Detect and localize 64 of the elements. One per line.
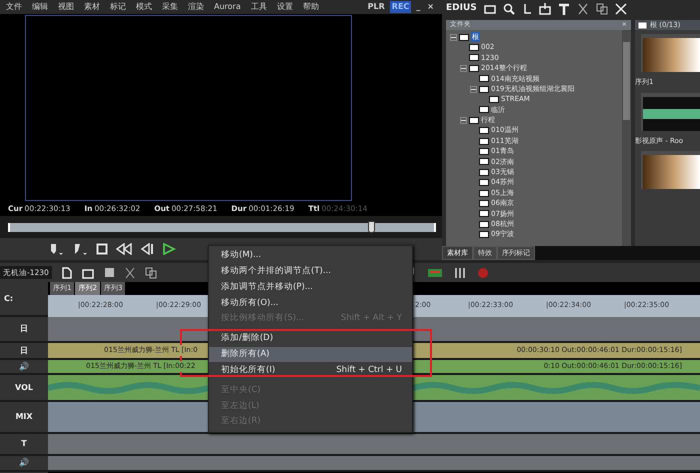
- mode-tab[interactable]: REC: [390, 1, 412, 13]
- rewind-icon[interactable]: [116, 243, 132, 255]
- track-label: 🔊: [19, 457, 29, 469]
- clip-card[interactable]: [641, 34, 700, 72]
- track-label: 日: [20, 323, 28, 335]
- menu-item[interactable]: 采集: [162, 1, 178, 13]
- title-icon[interactable]: [558, 3, 570, 15]
- copy-icon[interactable]: [596, 3, 608, 15]
- step-back-icon[interactable]: [140, 243, 154, 255]
- app-title: EDIUS: [446, 2, 477, 16]
- menu-item[interactable]: 移动两个并排的调节点(T)...: [209, 264, 412, 280]
- import-icon[interactable]: [538, 3, 551, 15]
- menu-item[interactable]: 帮助: [302, 1, 319, 13]
- search-icon[interactable]: [502, 3, 515, 15]
- drive-label: C:: [4, 292, 14, 304]
- clip-card[interactable]: [641, 151, 700, 189]
- track-label: MIX: [15, 411, 33, 423]
- cut-icon[interactable]: [124, 266, 135, 278]
- menu-item[interactable]: 标记: [110, 1, 126, 13]
- menu-item[interactable]: 移动(M)...: [209, 248, 412, 264]
- menu-item[interactable]: 文件: [6, 1, 22, 13]
- mark-out-icon[interactable]: [72, 242, 88, 256]
- menu-item[interactable]: 删除所有(A): [209, 346, 412, 362]
- menu-item[interactable]: 渲染: [188, 1, 204, 13]
- copy-icon[interactable]: [144, 266, 157, 278]
- menu-item[interactable]: 编辑: [32, 1, 48, 13]
- cut-icon[interactable]: [576, 3, 589, 15]
- track-label: VOL: [15, 382, 33, 394]
- window-button[interactable]: _: [414, 1, 422, 13]
- folder-icon[interactable]: [484, 4, 496, 14]
- scrub-bar[interactable]: [8, 220, 436, 234]
- expand-toggle[interactable]: [460, 64, 467, 72]
- expand-toggle[interactable]: [470, 86, 477, 93]
- open-icon[interactable]: [82, 266, 94, 278]
- menu-item[interactable]: 添加调节点并移动(P)...: [209, 279, 412, 296]
- waveform-drawing: [643, 108, 700, 118]
- mixer-icon[interactable]: [452, 266, 467, 278]
- menu-item[interactable]: Aurora: [214, 1, 241, 13]
- delete-icon[interactable]: [614, 3, 627, 15]
- track-label: 🔊: [19, 360, 29, 372]
- clip-card[interactable]: [641, 92, 700, 130]
- menu-item[interactable]: 添加/删除(D): [209, 330, 412, 347]
- mode-tab[interactable]: PLR: [366, 1, 387, 13]
- window-button[interactable]: ×: [425, 1, 436, 13]
- new-file-icon[interactable]: [62, 266, 72, 278]
- menu-item[interactable]: 视图: [58, 1, 74, 13]
- menu-item[interactable]: 移动所有(O)...: [209, 295, 412, 311]
- save-icon[interactable]: [104, 267, 115, 278]
- menu-item[interactable]: 素材: [84, 1, 100, 13]
- meter-icon[interactable]: [426, 266, 443, 278]
- menu-item[interactable]: 设置: [276, 1, 293, 13]
- menu-item[interactable]: 初始化所有(I) Shift + Ctrl + U: [209, 362, 412, 378]
- track-label: 日: [20, 344, 28, 356]
- menu-item[interactable]: 工具: [250, 1, 267, 13]
- play-icon[interactable]: [162, 243, 176, 255]
- expand-toggle[interactable]: [460, 116, 467, 124]
- mark-in-icon[interactable]: [48, 242, 64, 256]
- shortcut-text: Shift + Ctrl + U: [336, 364, 402, 377]
- folder-icon: [638, 22, 647, 28]
- expand-toggle[interactable]: [450, 34, 457, 41]
- track-label: T: [21, 438, 27, 450]
- scrollbar[interactable]: [622, 30, 631, 246]
- stop-icon[interactable]: [96, 243, 108, 255]
- menu-item[interactable]: 模式: [136, 1, 152, 13]
